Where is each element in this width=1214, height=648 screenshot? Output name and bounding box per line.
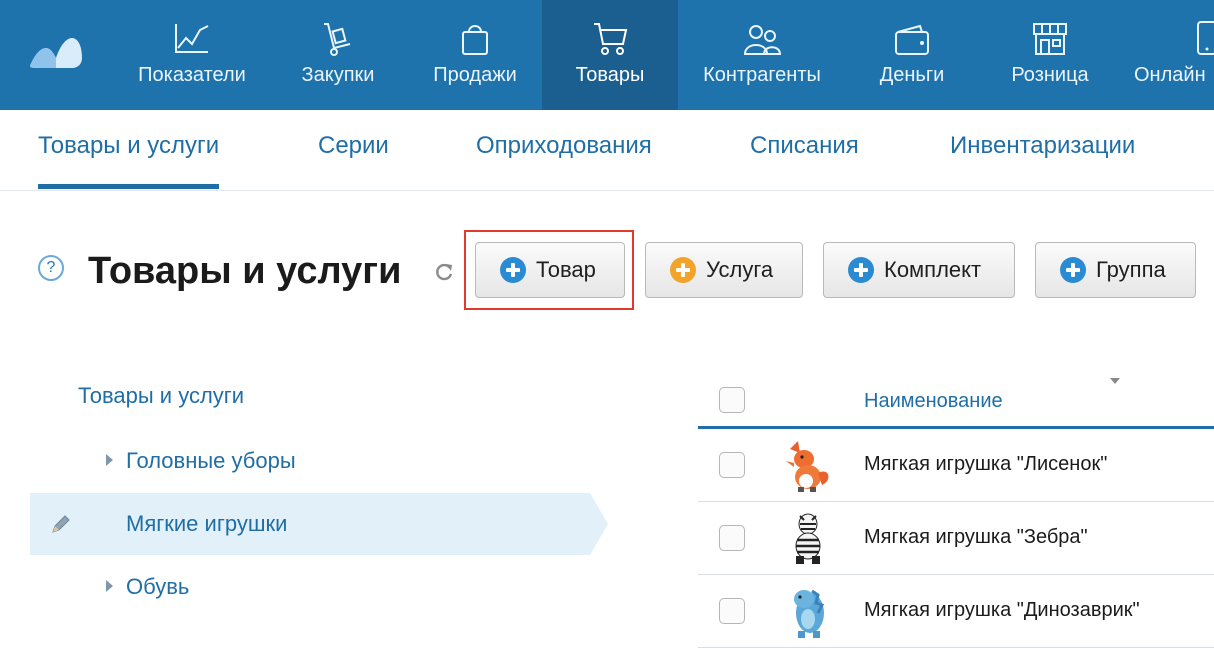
nav-item-label: Контрагенты [703, 64, 821, 86]
nav-item-online[interactable]: Онлайн [1130, 0, 1214, 110]
fox-toy-image [786, 441, 829, 492]
top-navigation: Показатели Закупки Продажи Товары Контра… [0, 0, 1214, 110]
product-name[interactable]: Мягкая игрушка "Зебра" [864, 526, 1088, 549]
tab-series[interactable]: Серии [318, 132, 389, 160]
select-all-checkbox[interactable] [719, 387, 745, 413]
nav-item-retail[interactable]: Розница [992, 0, 1108, 110]
product-name[interactable]: Мягкая игрушка "Динозаврик" [864, 599, 1140, 622]
pencil-icon[interactable] [50, 513, 72, 535]
add-bundle-button[interactable]: Комплект [823, 242, 1015, 298]
tab-receipts[interactable]: Оприходования [476, 132, 652, 160]
plus-icon [670, 257, 696, 283]
nav-item-money[interactable]: Деньги [856, 0, 968, 110]
nav-item-label: Деньги [879, 64, 945, 86]
chart-icon [175, 24, 209, 53]
cart-icon [594, 23, 628, 55]
add-bundle-label: Комплект [884, 257, 982, 282]
people-icon [743, 25, 782, 55]
zebra-toy-image [795, 513, 821, 564]
row-checkbox[interactable] [719, 598, 745, 624]
add-group-label: Группа [1096, 257, 1166, 282]
row-checkbox[interactable] [719, 452, 745, 478]
expand-arrow-icon[interactable] [106, 454, 113, 466]
nav-item-indicators[interactable]: Показатели [118, 0, 266, 110]
plus-icon [848, 257, 874, 283]
expand-arrow-icon[interactable] [106, 580, 113, 592]
help-icon[interactable]: ? [38, 255, 64, 281]
nav-item-counterparties[interactable]: Контрагенты [690, 0, 834, 110]
tree-item-soft-toys[interactable]: Мягкие игрушки [30, 493, 610, 555]
tree-item-label: Обувь [126, 574, 190, 599]
tree-item-label: Мягкие игрушки [126, 511, 288, 536]
dinosaur-toy-image [794, 589, 825, 638]
nav-item-purchases[interactable]: Закупки [282, 0, 394, 110]
nav-item-label: Закупки [301, 64, 375, 86]
nav-item-label: Онлайн [1134, 64, 1206, 86]
table-row[interactable]: Мягкая игрушка "Динозаврик" [698, 575, 1214, 648]
shopping-bag-icon [462, 25, 488, 55]
store-icon [1033, 23, 1067, 55]
tab-inventories[interactable]: Инвентаризации [950, 132, 1135, 160]
table-row[interactable]: Мягкая игрушка "Лисенок" [698, 429, 1214, 502]
sort-arrow-icon[interactable] [1110, 378, 1120, 384]
tree-item-label: Головные уборы [126, 448, 296, 473]
table-header: Наименование [698, 360, 1214, 429]
selection-background [30, 493, 590, 555]
product-name[interactable]: Мягкая игрушка "Лисенок" [864, 453, 1107, 476]
tree-item-headwear[interactable]: Головные уборы [30, 430, 610, 492]
nav-item-label: Показатели [138, 64, 246, 86]
hand-truck-icon [324, 23, 351, 56]
tree-root[interactable]: Товары и услуги [78, 383, 244, 409]
nav-item-label: Продажи [433, 64, 517, 86]
app-logo[interactable] [28, 32, 84, 72]
tab-write-offs[interactable]: Списания [750, 132, 859, 160]
page-title: Товары и услуги [88, 250, 402, 292]
row-checkbox[interactable] [719, 525, 745, 551]
selection-pointer [590, 493, 608, 555]
plus-icon [1060, 257, 1086, 283]
plus-icon [500, 257, 526, 283]
sub-tabs: Товары и услуги Серии Оприходования Спис… [0, 110, 1214, 191]
nav-item-label: Розница [1011, 64, 1089, 86]
add-group-button[interactable]: Группа [1035, 242, 1196, 298]
add-service-label: Услуга [706, 257, 774, 282]
column-header-name[interactable]: Наименование [864, 390, 1003, 413]
nav-item-products[interactable]: Товары [542, 0, 678, 110]
nav-item-label: Товары [575, 64, 645, 86]
tree-item-shoes[interactable]: Обувь [30, 556, 610, 618]
phone-icon [1197, 21, 1214, 55]
nav-item-sales[interactable]: Продажи [414, 0, 536, 110]
add-product-button[interactable]: Товар [475, 242, 625, 298]
table-row[interactable]: Мягкая игрушка "Зебра" [698, 502, 1214, 575]
add-service-button[interactable]: Услуга [645, 242, 803, 298]
refresh-icon[interactable] [433, 261, 455, 283]
wallet-icon [895, 24, 929, 55]
add-product-label: Товар [536, 257, 596, 282]
tab-products-services[interactable]: Товары и услуги [38, 132, 220, 189]
